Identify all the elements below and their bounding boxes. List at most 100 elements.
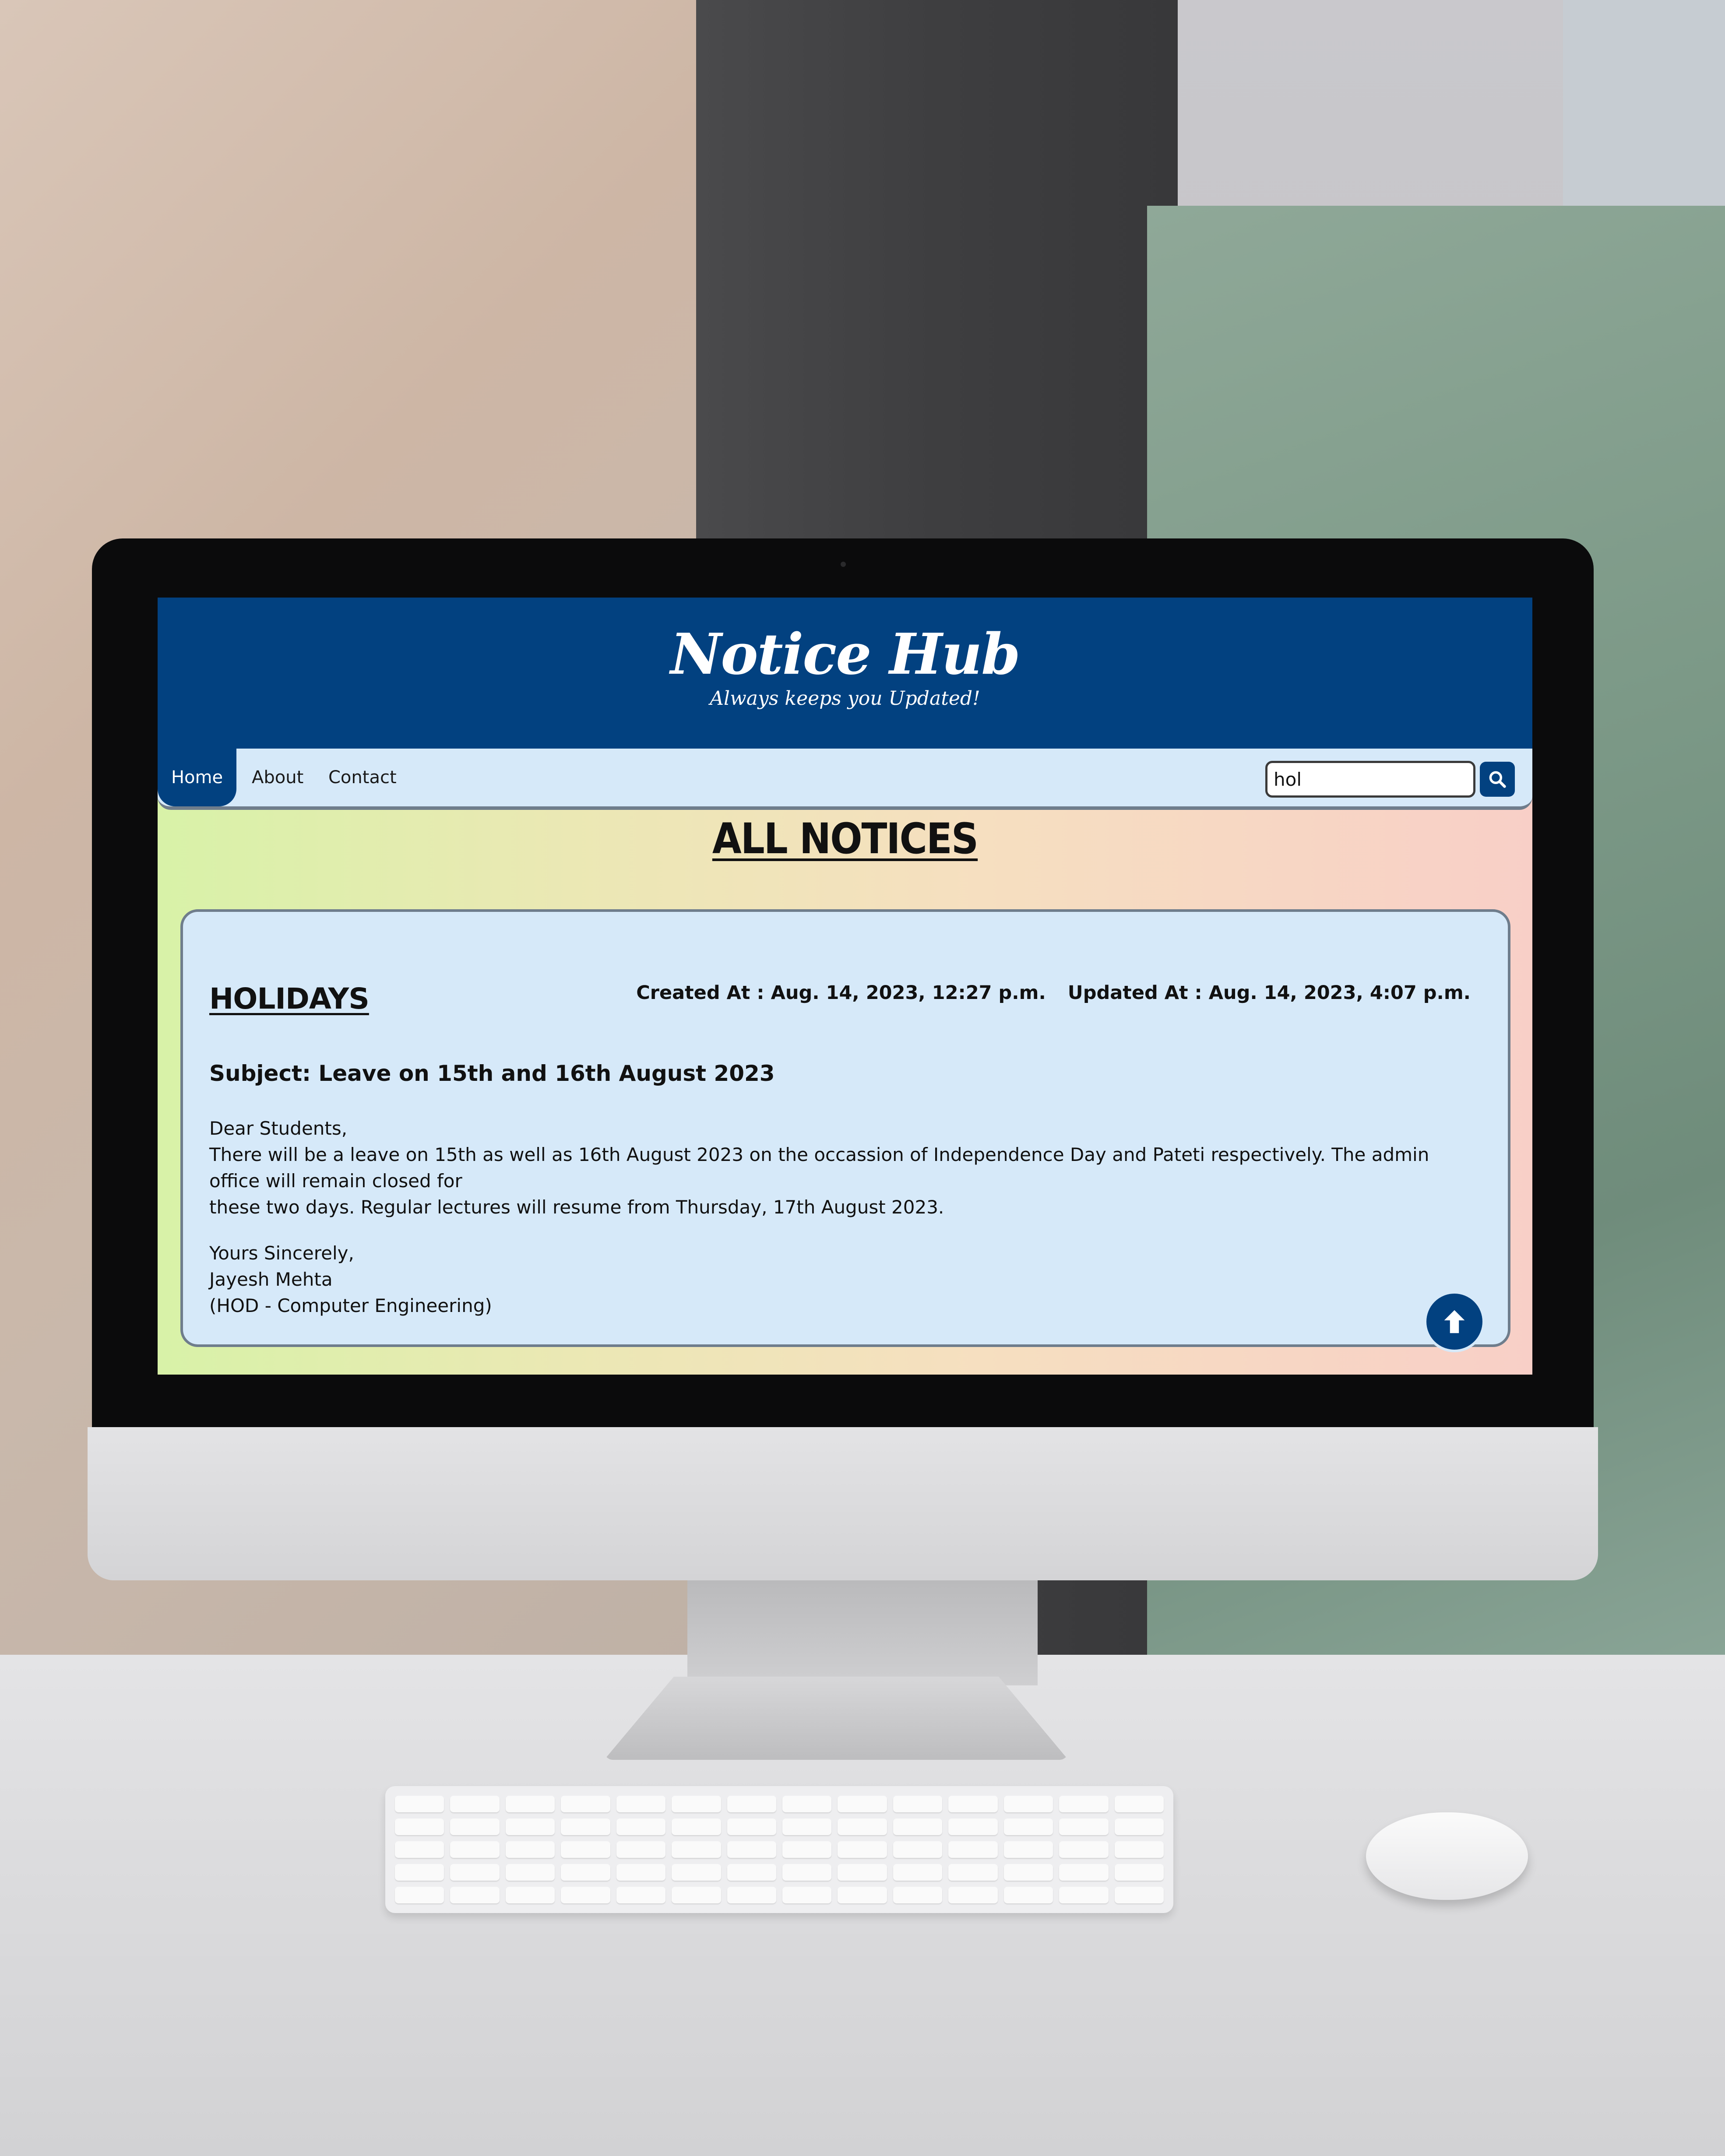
key <box>893 1796 943 1812</box>
keyboard <box>385 1786 1173 1913</box>
key <box>1003 1887 1053 1903</box>
key <box>1114 1796 1164 1812</box>
key <box>505 1864 555 1881</box>
key <box>395 1818 444 1835</box>
notice-card: HOLIDAYS Created At : Aug. 14, 2023, 12:… <box>180 909 1510 1352</box>
key <box>672 1796 721 1812</box>
search-button[interactable] <box>1480 762 1515 797</box>
key <box>727 1818 776 1835</box>
nav-home-link[interactable]: Home <box>158 749 236 806</box>
key <box>1059 1864 1109 1881</box>
notice-signer-name: Jayesh Mehta <box>209 1269 333 1290</box>
key <box>1003 1864 1053 1881</box>
key <box>672 1887 721 1903</box>
key <box>727 1864 776 1881</box>
camera-dot <box>841 562 846 567</box>
monitor-screen: Notice Hub Always keeps you Updated! Hom… <box>158 598 1532 1375</box>
key <box>948 1887 998 1903</box>
monitor-stand-neck <box>687 1576 1038 1685</box>
key <box>893 1818 943 1835</box>
key <box>505 1796 555 1812</box>
notice-body: Dear Students, There will be a leave on … <box>209 1115 1479 1319</box>
key <box>838 1796 887 1812</box>
key <box>505 1887 555 1903</box>
key <box>782 1818 832 1835</box>
arrow-up-icon <box>1444 1310 1465 1333</box>
key <box>1114 1887 1164 1903</box>
key <box>561 1818 610 1835</box>
key <box>1114 1841 1164 1858</box>
key <box>1114 1864 1164 1881</box>
mouse <box>1366 1812 1528 1900</box>
search-icon <box>1489 771 1506 788</box>
key <box>616 1864 666 1881</box>
search-input[interactable] <box>1265 761 1475 798</box>
key <box>782 1887 832 1903</box>
notice-greeting: Dear Students, <box>209 1118 348 1139</box>
key <box>782 1796 832 1812</box>
notice-signer-title: (HOD - Computer Engineering) <box>209 1295 492 1316</box>
photo-scene: Notice Hub Always keeps you Updated! Hom… <box>0 0 1725 2156</box>
key <box>948 1841 998 1858</box>
created-at-text: Created At : Aug. 14, 2023, 12:27 p.m. <box>636 982 1046 1004</box>
notice-body-line: There will be a leave on 15th as well as… <box>209 1144 1429 1192</box>
updated-at-text: Updated At : Aug. 14, 2023, 4:07 p.m. <box>1067 982 1471 1004</box>
key <box>672 1818 721 1835</box>
key <box>893 1887 943 1903</box>
key <box>948 1818 998 1835</box>
logo-title[interactable]: Notice Hub <box>158 622 1532 687</box>
key <box>782 1841 832 1858</box>
key <box>948 1796 998 1812</box>
notice-title: HOLIDAYS <box>209 982 370 1016</box>
key <box>395 1796 444 1812</box>
key <box>838 1887 887 1903</box>
key <box>616 1818 666 1835</box>
scroll-to-top-button[interactable] <box>1424 1291 1485 1352</box>
site-header: Notice Hub Always keeps you Updated! <box>158 598 1532 749</box>
key <box>727 1887 776 1903</box>
page-heading: ALL NOTICES <box>712 814 979 863</box>
key <box>893 1841 943 1858</box>
monitor-stand-foot <box>604 1677 1068 1760</box>
key <box>450 1841 500 1858</box>
navbar: Home About Contact <box>158 749 1532 810</box>
key <box>893 1864 943 1881</box>
key <box>1114 1818 1164 1835</box>
key <box>450 1887 500 1903</box>
key <box>838 1818 887 1835</box>
notice-body-line: these two days. Regular lectures will re… <box>209 1196 944 1218</box>
notice-subject: Subject: Leave on 15th and 16th August 2… <box>209 1061 775 1086</box>
key <box>1003 1818 1053 1835</box>
key <box>561 1864 610 1881</box>
key <box>561 1887 610 1903</box>
logo-tagline: Always keeps you Updated! <box>710 687 980 710</box>
key <box>838 1841 887 1858</box>
key <box>561 1841 610 1858</box>
key <box>838 1864 887 1881</box>
notice-timestamps: Created At : Aug. 14, 2023, 12:27 p.m. Up… <box>636 982 1471 1004</box>
key <box>672 1864 721 1881</box>
key <box>1059 1796 1109 1812</box>
nav-about-link[interactable]: About <box>252 749 303 806</box>
key <box>450 1796 500 1812</box>
key <box>727 1796 776 1812</box>
key <box>1059 1818 1109 1835</box>
key <box>505 1841 555 1858</box>
monitor-chin <box>88 1427 1598 1580</box>
key <box>616 1887 666 1903</box>
key <box>616 1796 666 1812</box>
key <box>1003 1796 1053 1812</box>
key <box>505 1818 555 1835</box>
key <box>782 1864 832 1881</box>
key <box>727 1841 776 1858</box>
key <box>395 1841 444 1858</box>
wall-far-right <box>1563 0 1725 219</box>
notice-closing: Yours Sincerely, <box>209 1242 354 1264</box>
key <box>948 1864 998 1881</box>
key <box>1059 1887 1109 1903</box>
key <box>1003 1841 1053 1858</box>
key <box>1059 1841 1109 1858</box>
key <box>450 1818 500 1835</box>
nav-contact-link[interactable]: Contact <box>328 749 397 806</box>
key <box>616 1841 666 1858</box>
